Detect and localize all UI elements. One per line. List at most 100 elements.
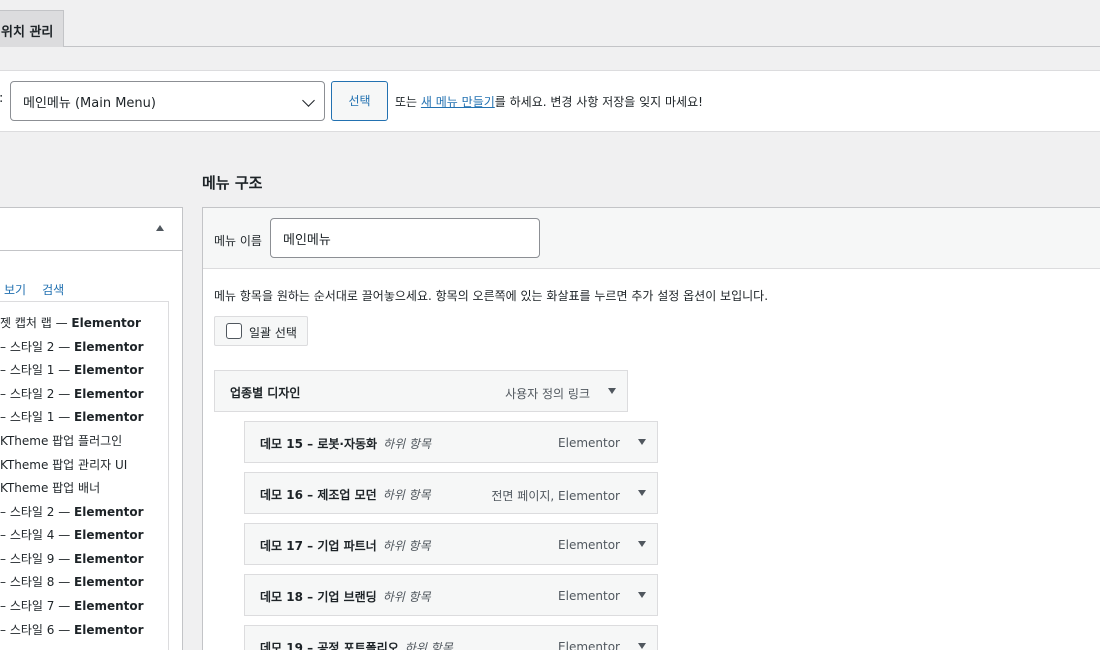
add-menu-items-panel: 보기 검색 젯 캡처 랩 — Elementor – 스타일 2 — Elemen…: [0, 207, 183, 650]
menu-item-demo-19[interactable]: 데모 19 – 공정 포트폴리오 하위 항목 Elementor: [244, 625, 658, 650]
list-item-text: KTheme 팝업 플러그인: [0, 434, 123, 448]
menu-item-name: 데모 17 – 기업 파트너: [260, 539, 377, 553]
list-item-bold: Elementor: [74, 340, 144, 354]
drag-instruction: 메뉴 항목을 원하는 순서대로 끌어놓으세요. 항목의 오른쪽에 있는 화살표를…: [214, 289, 769, 303]
bulk-select-label: 일괄 선택: [249, 326, 297, 340]
list-item[interactable]: KTheme 팝업 관리자 UI: [0, 456, 127, 473]
list-item[interactable]: – 스타일 1 — Elementor: [0, 408, 144, 425]
list-item-bold: Elementor: [74, 528, 144, 542]
list-item[interactable]: KTheme 팝업 플러그인: [0, 432, 122, 449]
list-item-text: – 스타일 2 —: [0, 387, 75, 401]
list-item[interactable]: – 스타일 2 — Elementor: [0, 385, 144, 402]
expand-arrow-icon[interactable]: [638, 643, 646, 649]
expand-arrow-icon[interactable]: [638, 439, 646, 445]
list-item-text: – 스타일 6 —: [0, 623, 75, 637]
menu-item-name: 데모 15 – 로봇·자동화: [260, 437, 378, 451]
list-item-text: – 스타일 9 —: [0, 552, 75, 566]
menu-item-type: Elementor: [558, 589, 620, 603]
list-item-bold: Elementor: [74, 363, 144, 377]
sub-item-label: 하위 항목: [404, 641, 453, 650]
list-item-text: 젯 캡처 랩 —: [0, 316, 72, 330]
list-item-bold: Elementor: [74, 552, 144, 566]
panel-tabs: 보기 검색: [4, 281, 80, 298]
menu-item-name: 데모 18 – 기업 브랜딩: [260, 590, 377, 604]
menu-item-type: Elementor: [558, 538, 620, 552]
menu-item-type: Elementor: [558, 640, 620, 650]
menu-item-demo-18[interactable]: 데모 18 – 기업 브랜딩 하위 항목 Elementor: [244, 574, 658, 616]
menu-item-title: 업종별 디자인: [230, 384, 300, 401]
tab-manage-locations[interactable]: 위치 관리: [0, 10, 64, 47]
list-item-text: – 스타일 2 —: [0, 505, 75, 519]
menu-item-type: 전면 페이지, Elementor: [491, 489, 620, 503]
list-item-bold: Elementor: [74, 623, 144, 637]
menu-item-demo-17[interactable]: 데모 17 – 기업 파트너 하위 항목 Elementor: [244, 523, 658, 565]
sub-item-label: 하위 항목: [383, 437, 432, 451]
list-item-bold: Elementor: [74, 575, 144, 589]
bulk-select-toggle[interactable]: 일괄 선택: [214, 316, 308, 346]
select-button[interactable]: 선택: [331, 81, 388, 121]
menu-item-title: 데모 17 – 기업 파트너 하위 항목: [260, 537, 431, 554]
list-item-text: KTheme 팝업 관리자 UI: [0, 458, 128, 472]
chevron-down-icon: [302, 94, 315, 107]
expand-arrow-icon[interactable]: [608, 388, 616, 394]
list-item-bold: Elementor: [74, 505, 144, 519]
menu-name-row: 메뉴 이름 메인메뉴: [203, 208, 1100, 269]
list-item[interactable]: – 스타일 2 — Elementor: [0, 338, 144, 355]
sub-item-label: 하위 항목: [382, 539, 431, 553]
bulk-select-checkbox[interactable]: [226, 323, 242, 339]
list-item[interactable]: – 스타일 1 — Elementor: [0, 361, 144, 378]
menu-item-industry-design[interactable]: 업종별 디자인 사용자 정의 링크: [214, 370, 628, 412]
tab-view-all[interactable]: 보기: [4, 283, 26, 297]
expand-arrow-icon[interactable]: [638, 490, 646, 496]
menu-name-label: 메뉴 이름: [214, 234, 262, 248]
list-item[interactable]: – 스타일 4 — Elementor: [0, 526, 144, 543]
list-item-text: KTheme 팝업 배너: [0, 481, 101, 495]
list-item[interactable]: KTheme 팝업 배너: [0, 479, 100, 496]
menu-item-name: 데모 19 – 공정 포트폴리오: [260, 641, 399, 650]
list-item[interactable]: – 스타일 9 — Elementor: [0, 550, 144, 567]
list-item-text: – 스타일 8 —: [0, 575, 75, 589]
select-label-colon: :: [0, 91, 3, 106]
menu-item-demo-15[interactable]: 데모 15 – 로봇·자동화 하위 항목 Elementor: [244, 421, 658, 463]
menu-structure-title: 메뉴 구조: [202, 174, 263, 192]
collapse-arrow-icon[interactable]: [156, 225, 164, 231]
menu-item-title: 데모 19 – 공정 포트폴리오 하위 항목: [260, 639, 453, 650]
menu-select-dropdown[interactable]: 메인메뉴 (Main Menu): [10, 81, 325, 121]
menu-item-title: 데모 18 – 기업 브랜딩 하위 항목: [260, 588, 431, 605]
list-item[interactable]: – 스타일 7 — Elementor: [0, 597, 144, 614]
menu-item-demo-16[interactable]: 데모 16 – 제조업 모던 하위 항목 전면 페이지, Elementor: [244, 472, 658, 514]
list-item[interactable]: – 스타일 6 — Elementor: [0, 621, 144, 638]
menu-name-input[interactable]: 메인메뉴: [270, 218, 540, 258]
list-item-bold: Elementor: [74, 387, 144, 401]
expand-arrow-icon[interactable]: [638, 592, 646, 598]
list-item[interactable]: – 스타일 8 — Elementor: [0, 573, 144, 590]
menu-item-name: 데모 16 – 제조업 모던: [260, 488, 377, 502]
accordion-header[interactable]: [0, 208, 182, 251]
page-checklist: 젯 캡처 랩 — Elementor – 스타일 2 — Elementor –…: [0, 301, 169, 650]
list-item-text: – 스타일 4 —: [0, 528, 75, 542]
create-menu-hint: 또는 새 메뉴 만들기를 하세요. 변경 사항 저장을 잊지 마세요!: [395, 93, 703, 110]
list-item[interactable]: 젯 캡처 랩 — Elementor: [0, 314, 141, 331]
list-item-bold: Elementor: [74, 410, 144, 424]
tab-search[interactable]: 검색: [42, 283, 64, 297]
list-item-text: – 스타일 7 —: [0, 599, 75, 613]
hint-suffix: 를 하세요. 변경 사항 저장을 잊지 마세요!: [494, 95, 703, 109]
menu-item-title: 데모 15 – 로봇·자동화 하위 항목: [260, 435, 431, 452]
list-item-text: – 스타일 1 —: [0, 410, 75, 424]
menu-item-type: 사용자 정의 링크: [505, 387, 590, 401]
list-item[interactable]: – 스타일 2 — Elementor: [0, 503, 144, 520]
menu-structure-panel: 메뉴 이름 메인메뉴 메뉴 항목을 원하는 순서대로 끌어놓으세요. 항목의 오…: [202, 207, 1100, 650]
menu-item-title: 데모 16 – 제조업 모던 하위 항목: [260, 486, 431, 503]
hint-prefix: 또는: [395, 95, 421, 109]
list-item-text: – 스타일 1 —: [0, 363, 75, 377]
list-item-bold: Elementor: [74, 599, 144, 613]
menu-select-bar: : 메인메뉴 (Main Menu) 선택 또는 새 메뉴 만들기를 하세요. …: [0, 70, 1100, 132]
menu-item-name: 업종별 디자인: [230, 386, 301, 400]
menu-select-value: 메인메뉴 (Main Menu): [23, 96, 156, 111]
create-new-menu-link[interactable]: 새 메뉴 만들기: [421, 95, 495, 109]
list-item-text: – 스타일 2 —: [0, 340, 75, 354]
list-item-bold: Elementor: [71, 316, 141, 330]
menu-item-type: Elementor: [558, 436, 620, 450]
expand-arrow-icon[interactable]: [638, 541, 646, 547]
sub-item-label: 하위 항목: [382, 590, 431, 604]
